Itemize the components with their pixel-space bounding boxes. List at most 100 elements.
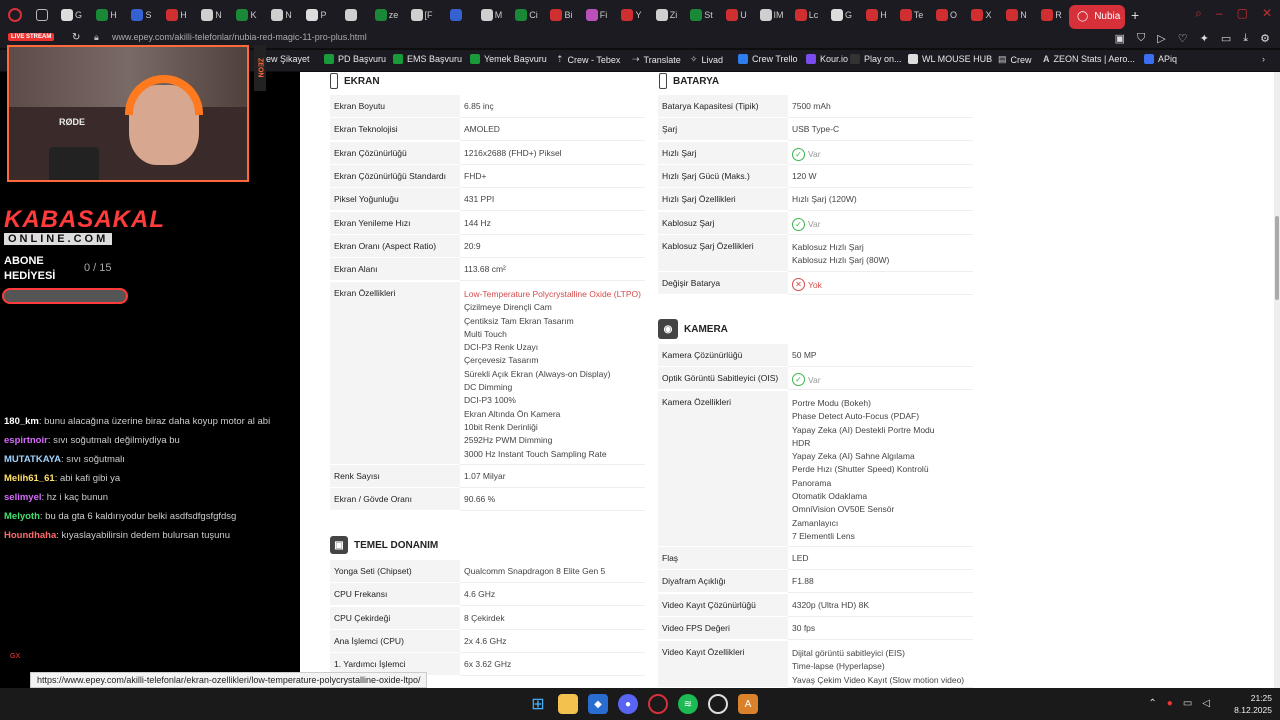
tab-label: Y — [635, 10, 642, 20]
screen: { "browser": { "active_tab_title": "Nubi… — [0, 0, 1280, 720]
browser-tab[interactable]: O — [929, 0, 964, 30]
spec-value: AMOLED — [460, 118, 645, 142]
crew-icon: ▤ — [998, 54, 1007, 64]
bookmark-item[interactable]: ⇡ Crew - Tebex — [556, 54, 620, 65]
download-icon[interactable]: ⤓ — [1243, 32, 1248, 45]
feature-item[interactable]: Low-Temperature Polycrystalline Oxide (L… — [464, 288, 641, 301]
scrollbar-thumb[interactable] — [1275, 216, 1279, 300]
extensions-icon[interactable]: ✦ — [1200, 32, 1209, 45]
close-button[interactable]: ✕ — [1262, 6, 1272, 21]
bookmark-item[interactable]: Kour.io — [806, 54, 848, 64]
obs-icon[interactable] — [708, 694, 728, 714]
tray-network-icon[interactable]: ▭ — [1183, 698, 1192, 709]
bookmark-item[interactable]: A ZEON Stats | Aero... — [1043, 54, 1135, 64]
bookmark-item[interactable]: EMS Başvuru — [393, 54, 462, 64]
spec-value: Kablosuz Hızlı Şarj Kablosuz Hızlı Şarj (… — [788, 235, 973, 272]
bookmark-item[interactable]: APiq — [1144, 54, 1177, 64]
browser-tab[interactable] — [439, 0, 474, 30]
search-tabs-icon[interactable]: ⌕ — [1195, 6, 1202, 21]
browser-tab[interactable]: P — [299, 0, 334, 30]
opera-menu-icon[interactable] — [0, 0, 30, 30]
bookmark-item[interactable]: PD Başvuru — [324, 54, 386, 64]
browser-tab[interactable]: [F — [404, 0, 439, 30]
app-icon[interactable]: ◆ — [588, 694, 608, 714]
bookmark-item[interactable]: ▤ Crew — [998, 54, 1032, 65]
browser-tab[interactable]: N — [264, 0, 299, 30]
tab-switcher-icon[interactable] — [30, 0, 54, 30]
spec-value: ✓ Var — [788, 212, 973, 235]
unavailable-indicator: ✕ Yok — [792, 278, 822, 291]
ae-icon[interactable]: A — [738, 694, 758, 714]
browser-tab[interactable]: Zi — [649, 0, 684, 30]
new-tab-button[interactable]: + — [1131, 7, 1139, 23]
minimize-button[interactable]: – — [1216, 6, 1223, 21]
spotify-icon[interactable]: ≋ — [678, 694, 698, 714]
bookmark-item[interactable]: WL MOUSE HUB — [908, 54, 992, 64]
browser-tab[interactable]: H — [859, 0, 894, 30]
page-scrollbar[interactable] — [1274, 72, 1280, 688]
browser-tab[interactable]: N — [999, 0, 1034, 30]
active-tab[interactable]: ◯ Nubia — [1069, 4, 1125, 29]
tab-label: IM — [773, 10, 784, 20]
browser-tab[interactable]: N — [194, 0, 229, 30]
browser-tab[interactable]: S — [124, 0, 159, 30]
spec-row: Renk Sayısı 1.07 Milyar — [330, 465, 645, 488]
browser-tab[interactable]: X — [964, 0, 999, 30]
opera-gx-icon[interactable] — [648, 694, 668, 714]
reload-icon[interactable]: ↻ — [72, 32, 80, 43]
browser-tab[interactable]: R — [1034, 0, 1069, 30]
chat-username: 180_km — [4, 416, 39, 427]
browser-tab[interactable]: Ci — [509, 0, 544, 30]
spec-value: 50 MP — [788, 344, 973, 367]
taskbar-clock[interactable]: 21:25 8.12.2025 — [1234, 692, 1272, 716]
tab-favicon-icon — [585, 9, 598, 21]
camera-feature-item: Yapay Zeka (AI) Destekli Portre Modu — [792, 424, 935, 435]
feature-item: 3000 Hz Instant Touch Sampling Rate — [464, 448, 607, 459]
spec-row: CPU Frekansı 4.6 GHz — [330, 583, 645, 607]
chat-text: : bunu alacağına üzerine biraz daha koyu… — [38, 416, 271, 427]
tray-chevron-icon[interactable]: ⌃ — [1148, 698, 1156, 709]
browser-tab[interactable] — [334, 0, 369, 30]
maximize-button[interactable]: ▢ — [1237, 6, 1248, 21]
folder-icon[interactable]: ▭ — [1221, 32, 1231, 45]
lock-icon[interactable]: 🔒︎ — [94, 32, 99, 43]
browser-tab[interactable]: H — [159, 0, 194, 30]
heart-icon[interactable]: ♡ — [1178, 32, 1188, 45]
discord-icon[interactable]: ● — [618, 694, 638, 714]
url-field[interactable]: www.epey.com/akilli-telefonlar/nubia-red… — [112, 32, 367, 42]
play-icon[interactable]: ▷ — [1157, 32, 1165, 45]
bookmark-item[interactable]: Yemek Başvuru — [470, 54, 547, 64]
bookmark-item[interactable]: Crew Trello — [738, 54, 798, 64]
browser-tab[interactable]: Te — [894, 0, 929, 30]
browser-tab[interactable]: U — [719, 0, 754, 30]
browser-tab[interactable]: Lc — [789, 0, 824, 30]
browser-tab[interactable]: M — [474, 0, 509, 30]
browser-tab[interactable]: IM — [754, 0, 789, 30]
windows-start-icon[interactable]: ⊞ — [528, 694, 548, 714]
browser-tab[interactable]: G — [824, 0, 859, 30]
tab-label: O — [949, 10, 957, 20]
screenshot-icon[interactable]: ▣ — [1115, 32, 1125, 45]
browser-tab[interactable]: St — [684, 0, 719, 30]
window-controls: ⌕ – ▢ ✕ — [1195, 6, 1272, 21]
file-explorer-icon[interactable] — [558, 694, 578, 714]
bookmarks-overflow-icon[interactable]: › — [1262, 54, 1265, 64]
tray-volume-icon[interactable]: ◁ — [1202, 698, 1210, 709]
bookmark-item[interactable]: Play on... — [850, 54, 902, 64]
browser-tab[interactable]: Bi — [544, 0, 579, 30]
subscriber-goal-line1: ABONE — [4, 255, 44, 267]
browser-tab[interactable]: Y — [614, 0, 649, 30]
spec-label: Ekran Çözünürlüğü Standardı — [330, 164, 460, 188]
browser-tab[interactable]: G — [54, 0, 89, 30]
bookmark-sikayet[interactable]: ew Şikayet — [266, 54, 310, 64]
active-tab-title: Nubia — [1094, 11, 1121, 22]
browser-tab[interactable]: Fi — [579, 0, 614, 30]
browser-tab[interactable]: K — [229, 0, 264, 30]
settings-icon[interactable]: ⚙ — [1260, 32, 1270, 45]
bookmark-item[interactable]: ✧ Livad — [690, 54, 723, 65]
browser-tab[interactable]: ze — [369, 0, 404, 30]
browser-tab[interactable]: H — [89, 0, 124, 30]
bookmark-item[interactable]: ⇢ Translate — [632, 54, 681, 65]
shield-icon[interactable]: ⛉ — [1137, 32, 1145, 45]
tray-mic-icon[interactable]: ● — [1167, 698, 1173, 709]
